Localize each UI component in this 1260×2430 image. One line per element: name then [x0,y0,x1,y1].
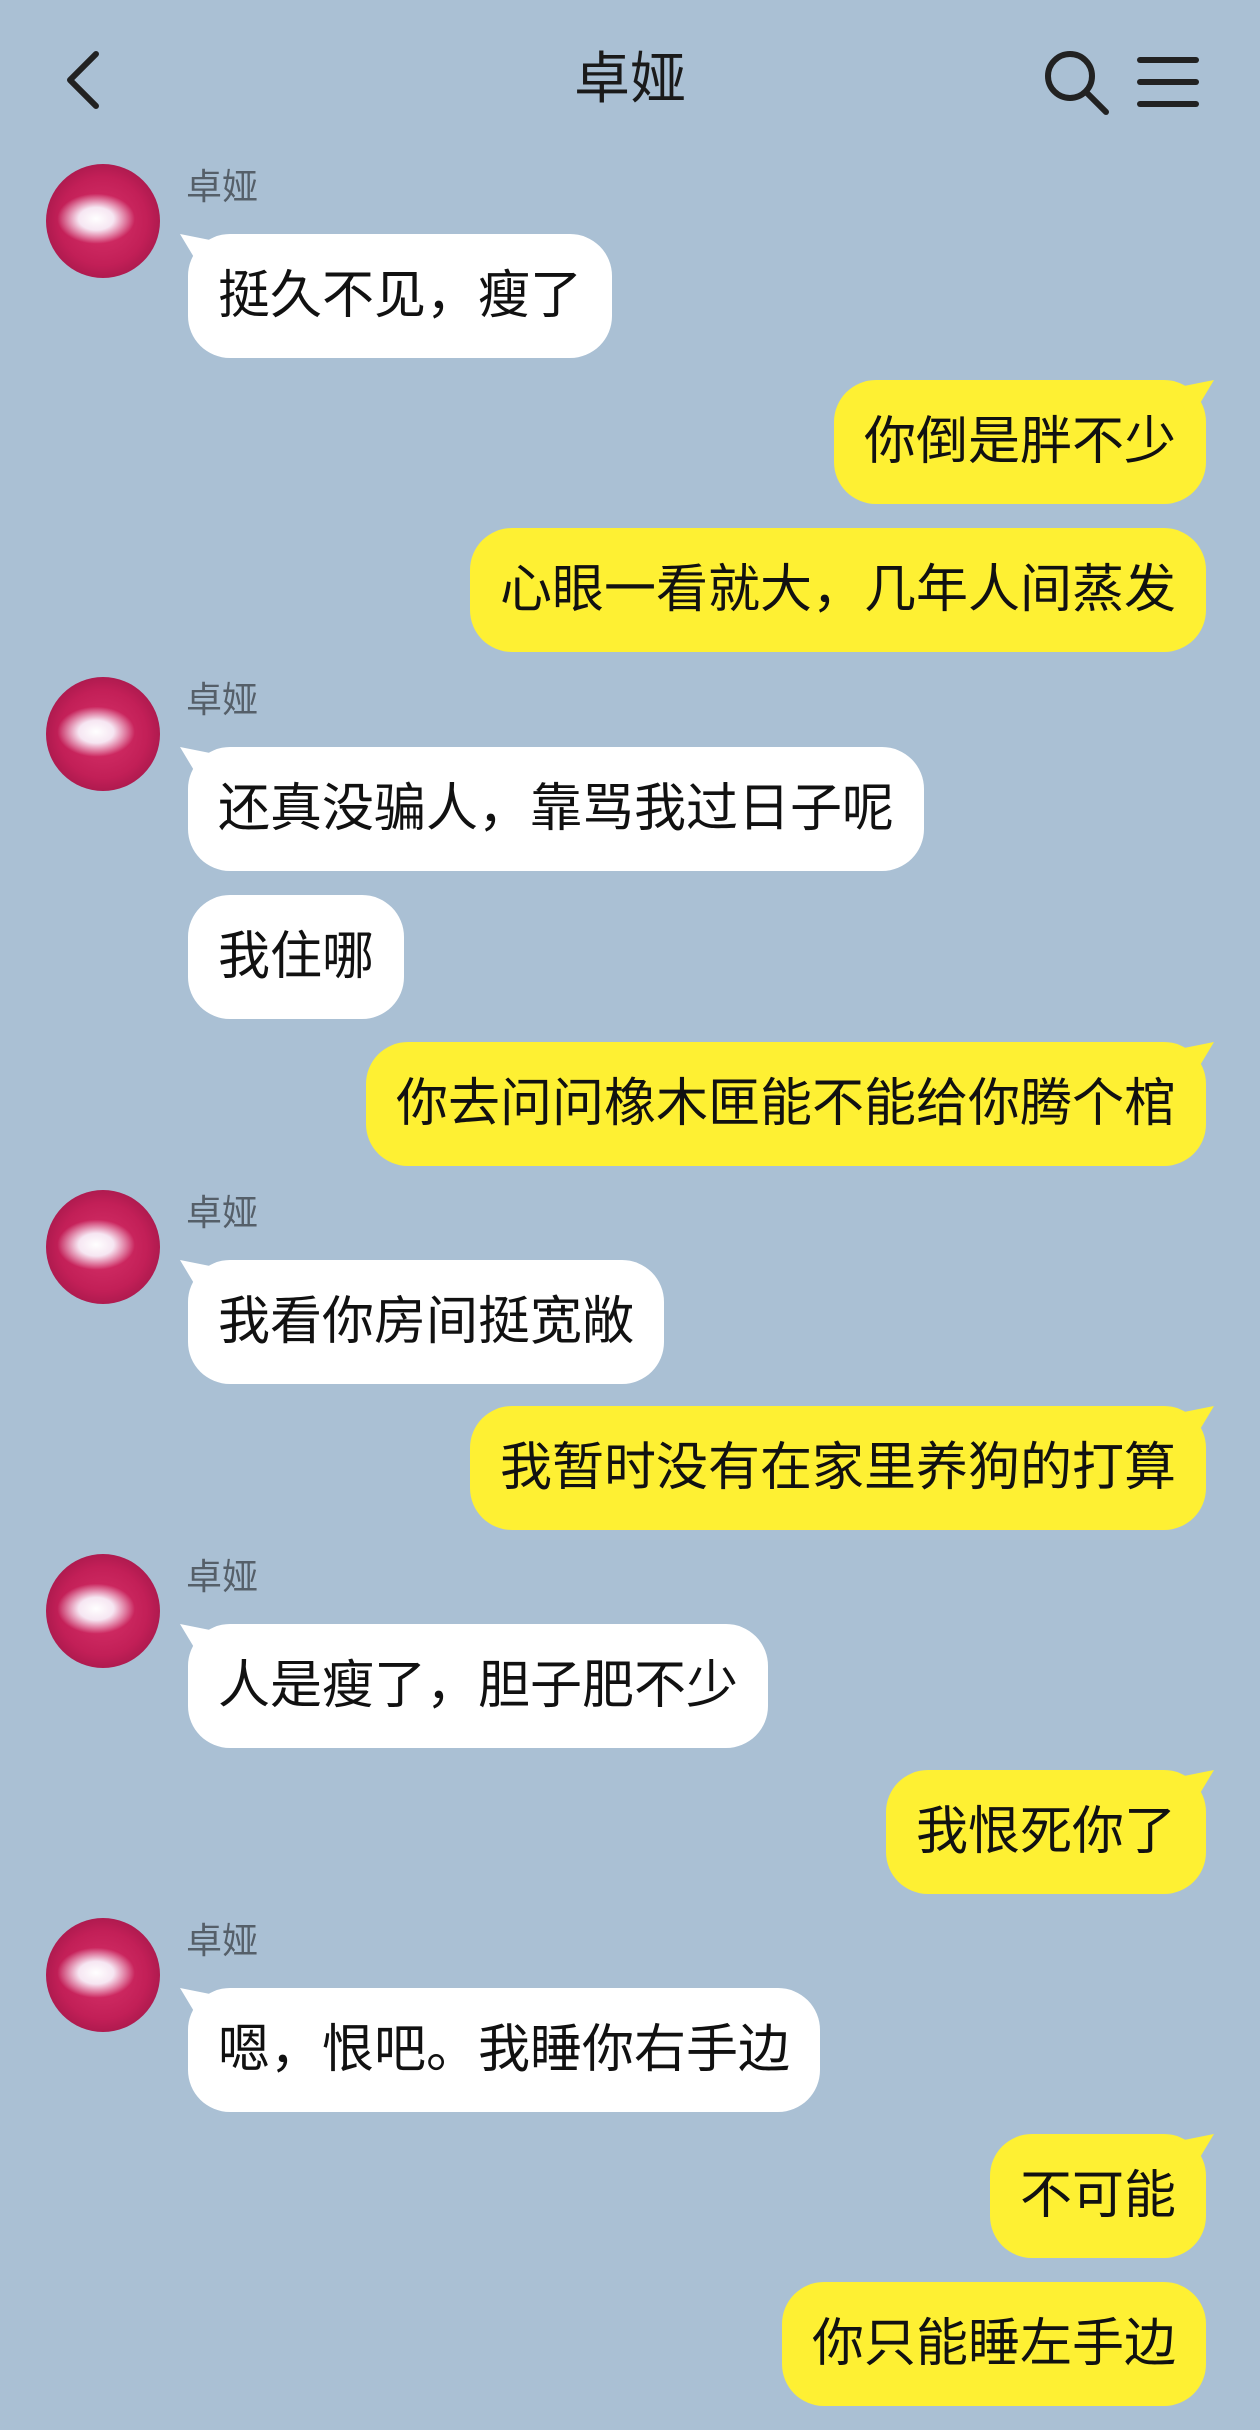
avatar[interactable] [46,164,160,278]
message-bubble-outgoing[interactable]: 心眼一看就大，几年人间蒸发 [469,528,1206,652]
sender-name: 卓娅 [186,1557,259,1598]
message-bubble-outgoing[interactable]: 你去问问橡木匣能不能给你腾个棺 [365,1042,1206,1166]
sender-name: 卓娅 [186,1921,259,1962]
message-bubble-outgoing[interactable]: 你倒是胖不少 [833,380,1206,504]
chat-header: 卓娅 [0,0,1260,160]
message-bubble-outgoing[interactable]: 我暂时没有在家里养狗的打算 [469,1406,1206,1530]
message-bubble-outgoing[interactable]: 不可能 [989,2134,1206,2258]
avatar[interactable] [46,1918,160,2032]
search-icon [1045,51,1109,115]
avatar[interactable] [46,677,160,791]
sender-name: 卓娅 [186,167,259,208]
message-bubble-incoming[interactable]: 嗯，恨吧。我睡你右手边 [188,1988,821,2112]
avatar[interactable] [46,1190,160,1304]
message-bubble-incoming[interactable]: 我看你房间挺宽敞 [188,1260,665,1384]
menu-button[interactable] [1136,50,1200,114]
message-bubble-incoming[interactable]: 我住哪 [188,895,405,1019]
message-bubble-incoming[interactable]: 还真没骗人，靠骂我过日子呢 [188,747,925,871]
message-bubble-incoming[interactable]: 挺久不见，瘦了 [188,234,613,358]
search-button[interactable] [1040,46,1112,118]
message-bubble-incoming[interactable]: 人是瘦了，胆子肥不少 [188,1624,769,1748]
message-bubble-outgoing[interactable]: 我恨死你了 [885,1770,1206,1894]
hamburger-menu-icon [1137,57,1199,107]
sender-name: 卓娅 [186,680,259,721]
sender-name: 卓娅 [186,1193,259,1234]
avatar[interactable] [46,1554,160,1668]
message-list[interactable]: 卓娅 挺久不见，瘦了 你倒是胖不少 心眼一看就大，几年人间蒸发 卓娅 还真没骗人… [0,160,1260,2430]
message-bubble-outgoing[interactable]: 你只能睡左手边 [781,2282,1206,2406]
